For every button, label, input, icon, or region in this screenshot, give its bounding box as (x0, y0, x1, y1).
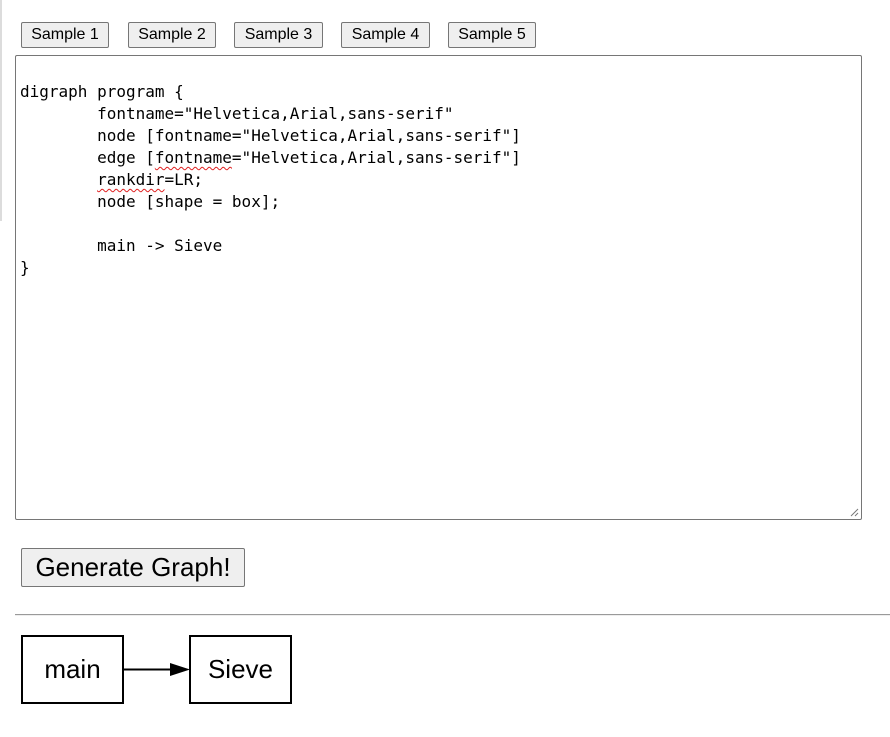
graph-node-main-label: main (44, 654, 100, 684)
sample-5-button[interactable]: Sample 5 (448, 22, 536, 48)
resize-grip-icon[interactable] (850, 508, 859, 517)
window-left-edge (0, 0, 2, 737)
sample-1-button[interactable]: Sample 1 (21, 22, 109, 48)
graph-node-sieve-label: Sieve (208, 654, 273, 684)
code-line: node [shape = box]; (20, 192, 281, 211)
code-line: } (20, 258, 30, 277)
graph-edge-arrowhead (170, 663, 190, 676)
code-line: fontname="Helvetica,Arial,sans-serif" (20, 104, 454, 123)
generate-graph-button[interactable]: Generate Graph! (21, 548, 245, 587)
code-line: node [fontname="Helvetica,Arial,sans-ser… (20, 126, 521, 145)
graph-output: main Sieve (21, 635, 292, 704)
sample-2-button[interactable]: Sample 2 (128, 22, 216, 48)
divider (15, 614, 890, 616)
dot-source-textarea[interactable]: digraph program { fontname="Helvetica,Ar… (15, 55, 862, 520)
sample-3-button[interactable]: Sample 3 (234, 22, 323, 48)
code-line: edge [fontname="Helvetica,Arial,sans-ser… (20, 148, 521, 167)
code-line: digraph program { (20, 82, 184, 101)
sample-4-button[interactable]: Sample 4 (341, 22, 430, 48)
spellcheck-fontname: fontname (154, 148, 232, 167)
code-line: main -> Sieve (20, 236, 223, 255)
code-line: rankdir=LR; (97, 170, 204, 189)
spellcheck-rankdir: rankdir (97, 170, 165, 189)
